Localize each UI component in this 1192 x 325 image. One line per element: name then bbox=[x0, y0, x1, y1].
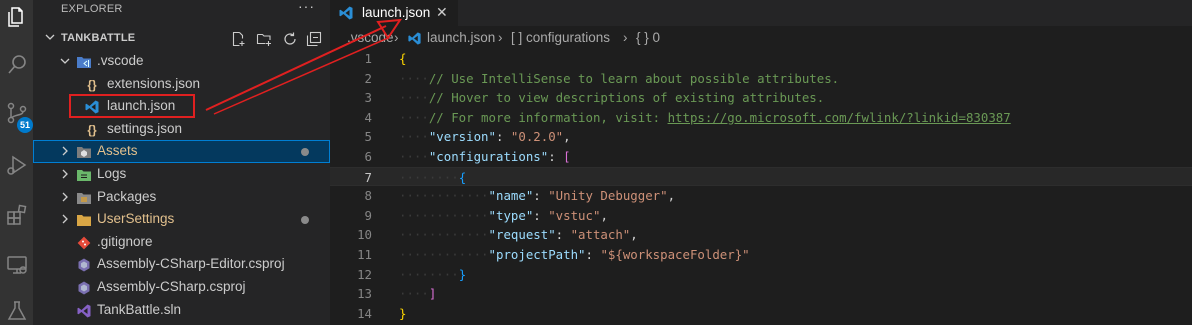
search-icon[interactable] bbox=[4, 52, 29, 77]
tree-item-gitignore[interactable]: .gitignore bbox=[33, 231, 330, 254]
unity-folder-icon bbox=[76, 144, 92, 160]
tree-item-label: Packages bbox=[97, 188, 157, 204]
chevron-right-icon: › bbox=[498, 30, 503, 45]
csproj-icon bbox=[76, 257, 92, 273]
explorer-icon[interactable] bbox=[4, 4, 29, 29]
code-line: 2 ····// Use IntelliSense to learn about… bbox=[364, 70, 840, 86]
tree-item-label: UserSettings bbox=[97, 211, 175, 227]
workspace-section-header[interactable]: TANKBATTLE bbox=[33, 28, 330, 50]
close-icon[interactable]: ✕ bbox=[436, 4, 448, 21]
refresh-icon[interactable] bbox=[281, 30, 299, 48]
scm-badge: 51 bbox=[17, 117, 33, 133]
code-line: 10 ············"request": "attach", bbox=[357, 227, 638, 243]
git-icon bbox=[76, 235, 92, 251]
tree-item-extensions-json[interactable]: {} extensions.json bbox=[33, 73, 330, 96]
modified-indicator bbox=[301, 148, 309, 157]
fwlink-link[interactable]: https://go.microsoft.com/fwlink/?linkid=… bbox=[668, 110, 1011, 125]
json-icon: {} bbox=[87, 122, 97, 137]
tree-item-label: TankBattle.sln bbox=[97, 301, 182, 317]
tree-item-packages-folder[interactable]: Packages bbox=[33, 186, 330, 209]
modified-indicator bbox=[301, 216, 309, 225]
code-line: 12 ········} bbox=[357, 266, 467, 282]
tab-label: launch.json bbox=[362, 5, 431, 20]
code-line: 5 ····"version": "0.2.0", bbox=[364, 129, 571, 145]
tree-item-csproj-editor[interactable]: Assembly-CSharp-Editor.csproj bbox=[33, 253, 330, 276]
tree-item-csproj[interactable]: Assembly-CSharp.csproj bbox=[33, 276, 330, 299]
code-line-current: 7 ········{ bbox=[330, 166, 1192, 187]
tree-item-label: extensions.json bbox=[107, 75, 201, 91]
chevron-down-icon bbox=[45, 34, 55, 40]
more-actions-button[interactable]: ··· bbox=[298, 0, 315, 14]
chevron-right-icon bbox=[62, 214, 68, 224]
tree-item-usersettings-folder[interactable]: UserSettings bbox=[33, 208, 330, 231]
csproj-icon bbox=[76, 280, 92, 296]
vscode-folder-icon bbox=[76, 54, 92, 70]
chevron-right-icon: › bbox=[394, 30, 399, 45]
breadcrumb: .vscode › launch.json › [ ] configuratio… bbox=[330, 28, 1192, 50]
testing-icon[interactable] bbox=[4, 298, 29, 323]
chevron-right-icon: › bbox=[623, 30, 628, 45]
chevron-right-icon bbox=[62, 192, 68, 202]
tree-item-label: .vscode bbox=[97, 53, 144, 68]
activity-bar: 51 bbox=[0, 0, 33, 325]
vscode-json-icon bbox=[407, 31, 422, 49]
tree-item-logs-folder[interactable]: Logs bbox=[33, 163, 330, 186]
code-line: 13 ····] bbox=[357, 286, 437, 302]
code-line: 11 ············"projectPath": "${workspa… bbox=[357, 247, 750, 262]
remote-explorer-icon[interactable] bbox=[4, 252, 29, 277]
breadcrumb-folder[interactable]: .vscode bbox=[347, 30, 394, 45]
tree-item-sln[interactable]: TankBattle.sln bbox=[33, 299, 330, 322]
editor-area: launch.json ✕ .vscode › launch.json › [ … bbox=[330, 0, 1192, 325]
breadcrumb-file[interactable]: launch.json bbox=[427, 30, 495, 45]
visual-studio-icon bbox=[76, 303, 92, 319]
tab-bar: launch.json ✕ bbox=[330, 0, 1192, 26]
code-line: 9 ············"type": "vstuc", bbox=[364, 207, 608, 223]
tree-item-assets-folder[interactable]: Assets bbox=[33, 140, 330, 163]
new-file-icon[interactable] bbox=[229, 30, 247, 48]
highlight-box bbox=[69, 94, 195, 118]
collapse-all-icon[interactable] bbox=[305, 30, 323, 48]
new-folder-icon[interactable] bbox=[255, 30, 273, 48]
extensions-icon[interactable] bbox=[4, 202, 29, 227]
code-line: 6 ····"configurations": [ bbox=[364, 149, 571, 164]
tab-launch-json[interactable]: launch.json ✕ bbox=[330, 0, 458, 26]
tree-item-label: settings.json bbox=[107, 120, 183, 136]
sidebar-header: EXPLORER ··· bbox=[33, 0, 330, 22]
packages-folder-icon bbox=[76, 190, 92, 206]
chevron-right-icon bbox=[62, 146, 68, 156]
tree-item-settings-json[interactable]: {} settings.json bbox=[33, 118, 330, 141]
tree-item-label: Logs bbox=[97, 166, 127, 181]
explorer-sidebar: EXPLORER ··· TANKBATTLE .vscode {} exten… bbox=[33, 0, 330, 325]
tree-item-vscode-folder[interactable]: .vscode bbox=[33, 50, 330, 73]
run-debug-icon[interactable] bbox=[4, 152, 29, 177]
sidebar-title: EXPLORER bbox=[61, 3, 123, 15]
json-icon: {} bbox=[87, 77, 97, 92]
tree-item-label: Assets bbox=[97, 143, 138, 159]
breadcrumb-item-0[interactable]: { } 0 bbox=[636, 30, 660, 45]
breadcrumb-configurations[interactable]: [ ] configurations bbox=[511, 30, 610, 45]
vscode-json-icon bbox=[338, 5, 354, 26]
code-line: 1 { bbox=[364, 51, 407, 66]
chevron-right-icon bbox=[62, 169, 68, 179]
workspace-name: TANKBATTLE bbox=[61, 32, 136, 44]
code-line: 14 } bbox=[357, 305, 407, 321]
code-line: 8 ············"name": "Unity Debugger", bbox=[364, 188, 676, 204]
code-line: 4 ····// For more information, visit: ht… bbox=[364, 109, 1011, 125]
tree-item-label: Assembly-CSharp-Editor.csproj bbox=[97, 256, 285, 272]
chevron-down-icon bbox=[60, 58, 70, 64]
tree-item-label: .gitignore bbox=[97, 233, 153, 249]
tree-item-label: Assembly-CSharp.csproj bbox=[97, 279, 246, 294]
code-line: 3 ····// Hover to view descriptions of e… bbox=[364, 90, 825, 106]
logs-folder-icon bbox=[76, 167, 92, 183]
folder-icon bbox=[76, 212, 92, 228]
